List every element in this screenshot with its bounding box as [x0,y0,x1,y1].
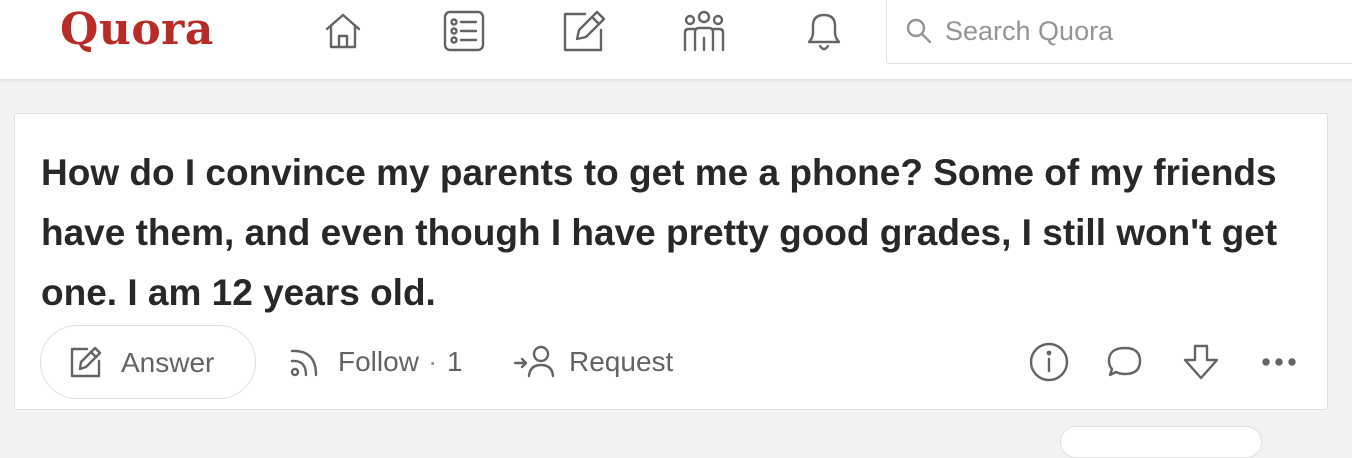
question-title[interactable]: How do I convince my parents to get me a… [41,143,1301,323]
answer-button-label: Answer [121,347,215,378]
question-card: How do I convince my parents to get me a… [14,113,1328,410]
follow-separator: · [428,346,438,377]
partial-button-edge [1060,426,1262,458]
search-input[interactable] [943,13,1327,49]
downvote-icon[interactable] [1179,340,1223,384]
request-button-label: Request [569,346,674,377]
info-icon[interactable] [1027,340,1071,384]
more-icon[interactable] [1257,340,1301,384]
follow-rss-icon [290,349,318,377]
search-icon [906,18,932,44]
follow-count: 1 [447,346,463,377]
quora-logo[interactable]: Quora [60,4,214,55]
comment-icon[interactable] [1103,340,1147,384]
search-box[interactable] [886,0,1352,64]
answer-icon[interactable] [561,8,607,54]
request-user-icon [513,345,555,378]
spaces-icon[interactable] [681,8,727,54]
notifications-icon[interactable] [801,8,847,54]
top-navigation-bar: Quora [0,0,1352,80]
home-icon[interactable] [320,8,366,54]
follow-button-label: Follow [338,346,419,377]
question-action-bar: Answer Follow · 1 Request [15,324,1329,402]
pencil-icon [70,346,102,378]
following-icon[interactable] [441,8,487,54]
answer-button[interactable]: Answer [40,325,256,399]
